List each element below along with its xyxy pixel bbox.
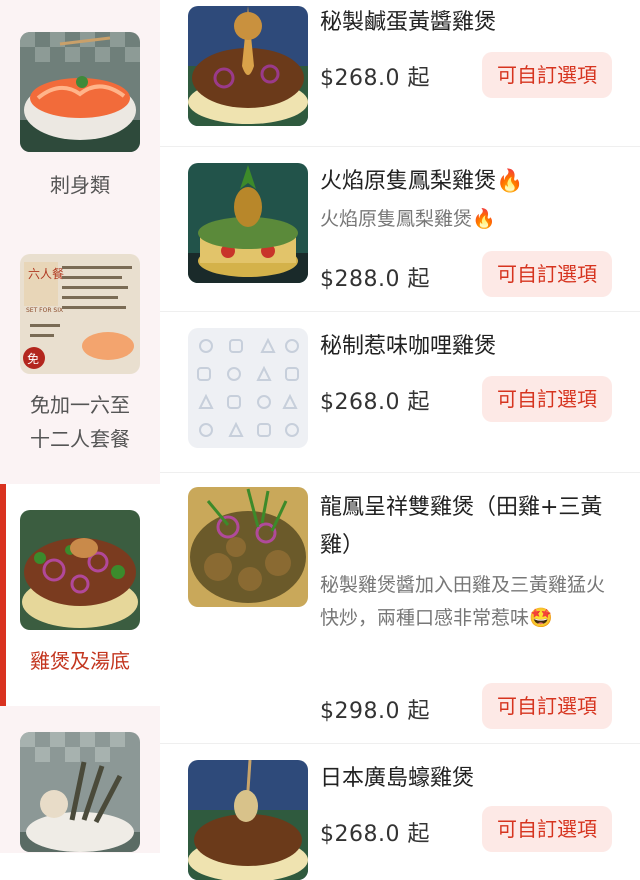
customize-button[interactable]: 可自訂選項 <box>482 52 612 98</box>
dish-description: 火焰原隻鳳梨雞煲🔥 <box>320 208 496 230</box>
customize-button[interactable]: 可自訂選項 <box>482 376 612 422</box>
dish-name: 日本廣島蠔雞煲 <box>320 766 475 791</box>
menu-item[interactable]: 火焰原隻鳳梨雞煲🔥 火焰原隻鳳梨雞煲🔥 $288.0 起 可自訂選項 <box>160 147 640 312</box>
free-badge-text: 免 <box>27 351 39 366</box>
category-image-seafood <box>20 732 140 852</box>
category-sashimi[interactable]: 刺身類 <box>0 0 160 230</box>
category-label: 雞煲及湯底 <box>30 649 130 673</box>
dish-name: 秘製鹹蛋黃醬雞煲 <box>320 10 497 35</box>
dish-image <box>188 6 308 126</box>
customize-button[interactable]: 可自訂選項 <box>482 251 612 297</box>
dish-price: $298.0 起 <box>320 699 430 724</box>
dish-image <box>188 760 308 880</box>
category-image-set-meal: 六人餐 SET FOR SIX 免 <box>20 254 140 374</box>
menu-item[interactable]: 龍鳳呈祥雙雞煲（田雞+三黃雞） 秘製雞煲醬加入田雞及三黃雞猛火快炒，兩種口感非常… <box>160 473 640 744</box>
category-set-meal[interactable]: 六人餐 SET FOR SIX 免 免加一六至 十二人套餐 <box>0 230 160 478</box>
set-badge-text: 六人餐 <box>28 266 64 281</box>
category-image-sashimi <box>20 32 140 152</box>
dish-name: 龍鳳呈祥雙雞煲（田雞+三黃雞） <box>320 495 603 558</box>
category-seafood[interactable] <box>0 706 160 853</box>
dish-price: $268.0 起 <box>320 390 430 415</box>
menu-item[interactable]: 日本廣島蠔雞煲 $268.0 起 可自訂選項 <box>160 744 640 880</box>
dish-image <box>188 487 308 607</box>
set-for-text: SET FOR SIX <box>26 307 63 314</box>
category-chicken-pot[interactable]: 雞煲及湯底 <box>0 484 160 706</box>
dish-price: $268.0 起 <box>320 66 430 91</box>
dish-image-placeholder <box>188 328 308 448</box>
category-image-chicken-pot <box>20 510 140 630</box>
dish-description: 秘製雞煲醬加入田雞及三黃雞猛火快炒，兩種口感非常惹味🤩 <box>320 574 606 629</box>
category-sidebar: 刺身類 六人餐 SET FOR SIX 免 免加一六至 十二人套餐 雞煲及湯底 <box>0 0 160 853</box>
dish-name: 火焰原隻鳳梨雞煲🔥 <box>320 169 524 194</box>
customize-button[interactable]: 可自訂選項 <box>482 806 612 852</box>
dish-price: $288.0 起 <box>320 267 430 292</box>
dish-name: 秘制惹味咖哩雞煲 <box>320 334 497 359</box>
dish-price: $268.0 起 <box>320 822 430 847</box>
menu-item[interactable]: 秘制惹味咖哩雞煲 $268.0 起 可自訂選項 <box>160 312 640 473</box>
category-label: 刺身類 <box>50 173 110 197</box>
dish-image <box>188 163 308 283</box>
customize-button[interactable]: 可自訂選項 <box>482 683 612 729</box>
category-label: 免加一六至 十二人套餐 <box>30 393 130 451</box>
menu-item[interactable]: 秘製鹹蛋黃醬雞煲 $268.0 起 可自訂選項 <box>160 0 640 147</box>
